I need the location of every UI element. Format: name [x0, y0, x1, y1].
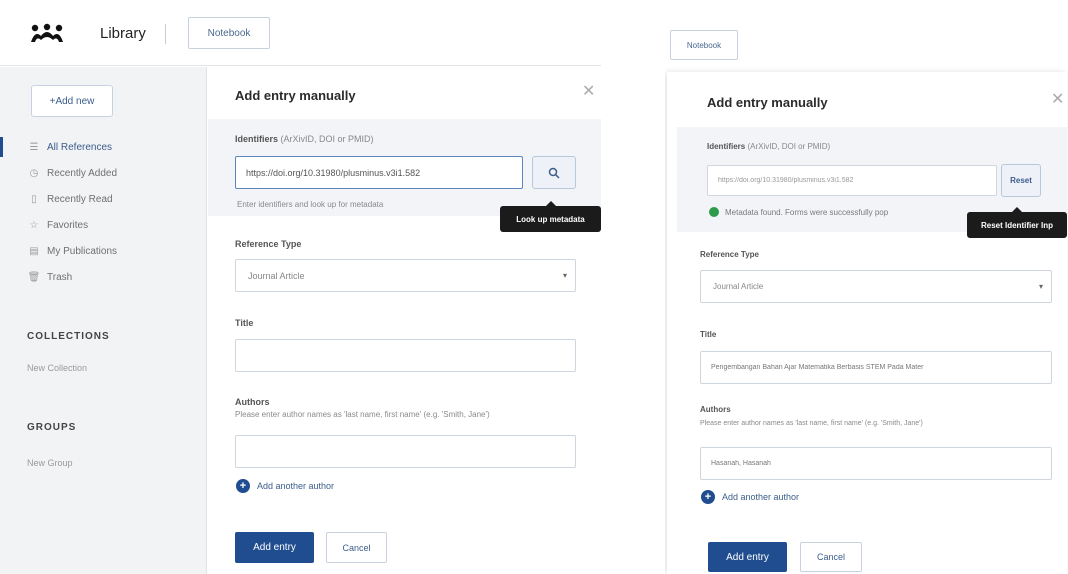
authors-help-text: Please enter author names as 'last name,…: [235, 410, 490, 419]
sidebar-item-label: Recently Added: [47, 167, 118, 179]
publications-icon: ▤: [29, 245, 39, 257]
lookup-tooltip: Look up metadata: [500, 201, 601, 232]
reset-button[interactable]: Reset: [1001, 164, 1041, 197]
reference-type-label: Reference Type: [700, 250, 759, 259]
sidebar: +Add new ☰ All References ◷ Recently Add…: [0, 67, 207, 574]
title-label: Title: [700, 330, 717, 339]
lookup-help-text: Enter identifiers and look up for metada…: [237, 200, 384, 209]
sidebar-item-label: Trash: [47, 271, 73, 283]
sidebar-item-label: All References: [47, 141, 113, 153]
identifier-input[interactable]: [235, 156, 523, 189]
groups-heading: GROUPS: [27, 422, 77, 433]
reference-type-select[interactable]: Journal Article ▾: [700, 270, 1052, 303]
dialog-title: Add entry manually: [707, 95, 828, 110]
clock-icon: ◷: [29, 167, 39, 179]
title-input[interactable]: [700, 351, 1052, 384]
list-icon: ☰: [29, 141, 39, 153]
new-group-link[interactable]: New Group: [27, 458, 73, 468]
left-screenshot: Library Notebook +Add new ☰ All Referenc…: [0, 0, 601, 574]
collections-heading: COLLECTIONS: [27, 331, 110, 342]
sidebar-item-label: My Publications: [47, 245, 118, 257]
cancel-button[interactable]: Cancel: [800, 542, 862, 572]
chevron-down-icon: ▾: [1038, 282, 1043, 291]
sidebar-item-label: Recently Read: [47, 193, 113, 205]
identifiers-label: Identifiers (ArXivID, DOI or PMID): [235, 134, 374, 144]
authors-help-text: Please enter author names as 'last name,…: [700, 420, 923, 427]
bookmark-icon: ▯: [31, 193, 37, 205]
title-input[interactable]: [235, 339, 576, 372]
reference-type-label: Reference Type: [235, 239, 302, 249]
header-divider: [165, 24, 166, 44]
dialog-title: Add entry manually: [235, 88, 356, 103]
add-another-author-button[interactable]: + Add another author: [701, 490, 799, 504]
close-icon[interactable]: ✕: [1051, 89, 1064, 109]
sidebar-item-all-references[interactable]: ☰ All References: [0, 134, 206, 160]
authors-label: Authors: [235, 397, 270, 407]
add-entry-button[interactable]: Add entry: [235, 532, 314, 563]
add-another-author-button[interactable]: + Add another author: [236, 479, 334, 493]
authors-label: Authors: [700, 405, 731, 414]
sidebar-item-trash[interactable]: 🗑 Trash: [0, 264, 206, 290]
add-entry-dialog-filled: Add entry manually ✕ Identifiers (ArXivI…: [667, 72, 1067, 574]
title-label: Title: [235, 318, 254, 328]
sidebar-item-recently-read[interactable]: ▯ Recently Read: [0, 186, 206, 212]
trash-icon: 🗑: [27, 271, 41, 283]
notebook-button[interactable]: Notebook: [188, 17, 270, 49]
new-collection-link[interactable]: New Collection: [27, 363, 87, 373]
sidebar-item-recently-added[interactable]: ◷ Recently Added: [0, 160, 206, 186]
library-title: Library: [100, 25, 146, 42]
search-icon: [548, 167, 560, 179]
app-header: Library Notebook: [0, 0, 601, 66]
lookup-button[interactable]: [532, 156, 576, 189]
author-input[interactable]: [235, 435, 576, 468]
plus-circle-icon: +: [701, 490, 715, 504]
mendeley-logo-icon: [31, 23, 63, 42]
notebook-button[interactable]: Notebook: [670, 30, 738, 60]
sidebar-item-label: Favorites: [47, 219, 89, 231]
identifier-input[interactable]: [707, 165, 997, 196]
cancel-button[interactable]: Cancel: [326, 532, 387, 563]
add-entry-button[interactable]: Add entry: [708, 542, 787, 572]
add-entry-dialog: Add entry manually ✕ Identifiers (ArXivI…: [208, 67, 601, 574]
success-dot-icon: [709, 207, 719, 217]
sidebar-item-my-publications[interactable]: ▤ My Publications: [0, 238, 206, 264]
identifiers-label: Identifiers (ArXivID, DOI or PMID): [707, 142, 831, 151]
star-icon: ☆: [29, 219, 39, 231]
chevron-down-icon: ▾: [562, 271, 567, 280]
reference-type-select[interactable]: Journal Article ▾: [235, 259, 576, 292]
right-screenshot: Notebook Add entry manually ✕ Identifier…: [665, 0, 1068, 574]
sidebar-item-favorites[interactable]: ☆ Favorites: [0, 212, 206, 238]
close-icon[interactable]: ✕: [582, 81, 595, 101]
add-new-button[interactable]: +Add new: [31, 85, 113, 117]
metadata-status: Metadata found. Forms were successfully …: [709, 207, 888, 217]
plus-circle-icon: +: [236, 479, 250, 493]
author-input[interactable]: [700, 447, 1052, 480]
reset-tooltip: Reset Identifier Inp: [967, 207, 1067, 238]
